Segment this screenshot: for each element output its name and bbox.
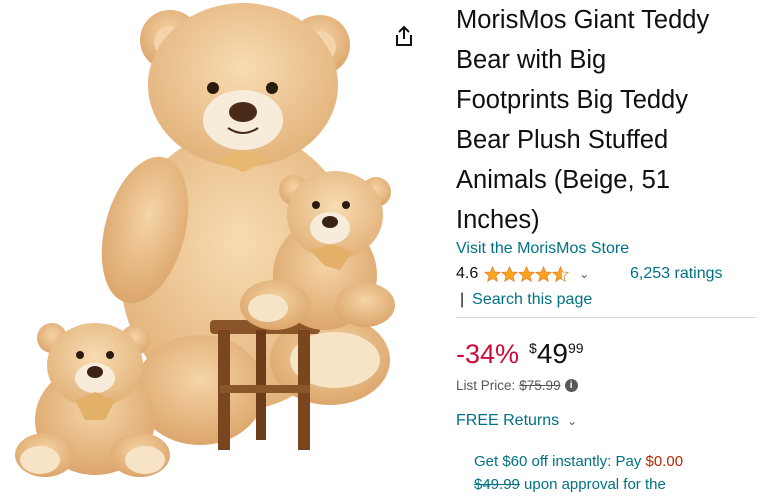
search-this-page-link[interactable]: Search this page <box>472 291 592 308</box>
share-icon <box>396 25 412 46</box>
star-rating[interactable] <box>484 265 570 283</box>
search-page-row: | Search this page <box>460 291 592 309</box>
promo-text: Get $60 off instantly: Pay <box>474 453 646 470</box>
star-icon <box>484 265 502 282</box>
title-line: Bear with Big <box>456 46 607 74</box>
free-returns-label: FREE Returns <box>456 412 560 429</box>
info-icon[interactable]: i <box>564 379 578 392</box>
list-price-row: List Price: $75.99 i <box>456 378 578 393</box>
title-line: MorisMos Giant Teddy <box>456 6 710 34</box>
product-image[interactable] <box>0 0 440 497</box>
product-title: MorisMos Giant Teddy Bear with Big Footp… <box>456 0 762 240</box>
star-icon <box>535 265 553 282</box>
promo-offer[interactable]: Get $60 off instantly: Pay $0.00 $49.99 … <box>474 450 683 496</box>
title-line: Footprints Big Teddy <box>456 86 688 114</box>
promo-amount: $0.00 <box>645 453 684 470</box>
price-currency: $ <box>529 340 537 356</box>
star-icon <box>518 265 536 282</box>
teddy-bear-image <box>15 3 395 477</box>
share-button[interactable] <box>392 24 416 48</box>
half-star-icon <box>552 265 570 282</box>
store-link[interactable]: Visit the MorisMos Store <box>456 240 629 258</box>
title-line: Inches) <box>456 206 540 234</box>
promo-old-price: $49.99 <box>474 476 520 493</box>
chevron-down-icon: ⌄ <box>567 414 578 428</box>
chevron-down-icon[interactable]: ⌄ <box>579 267 589 281</box>
price: $ 49 99 <box>529 336 584 372</box>
price-row: -34% $ 49 99 <box>456 336 584 372</box>
promo-line-1: Get $60 off instantly: Pay $0.00 <box>474 450 683 473</box>
rating-row[interactable]: 4.6 ⌄ <box>456 265 589 283</box>
price-fraction: 99 <box>567 340 584 356</box>
ratings-count-link[interactable]: 6,253 ratings <box>630 265 723 283</box>
title-line: Animals (Beige, 51 <box>456 166 671 194</box>
divider <box>456 317 756 318</box>
star-icon <box>501 265 519 282</box>
rating-value: 4.6 <box>456 265 479 282</box>
separator: | <box>460 291 465 308</box>
promo-line-2: $49.99 upon approval for the <box>474 473 683 496</box>
list-price-value: $75.99 <box>519 378 561 393</box>
list-price-label: List Price: <box>456 378 516 393</box>
discount-percent: -34% <box>456 339 520 369</box>
price-whole: 49 <box>536 338 568 369</box>
promo-text-2: upon approval for the <box>519 476 666 493</box>
free-returns-link[interactable]: FREE Returns ⌄ <box>456 412 577 430</box>
title-line: Bear Plush Stuffed <box>456 126 669 154</box>
